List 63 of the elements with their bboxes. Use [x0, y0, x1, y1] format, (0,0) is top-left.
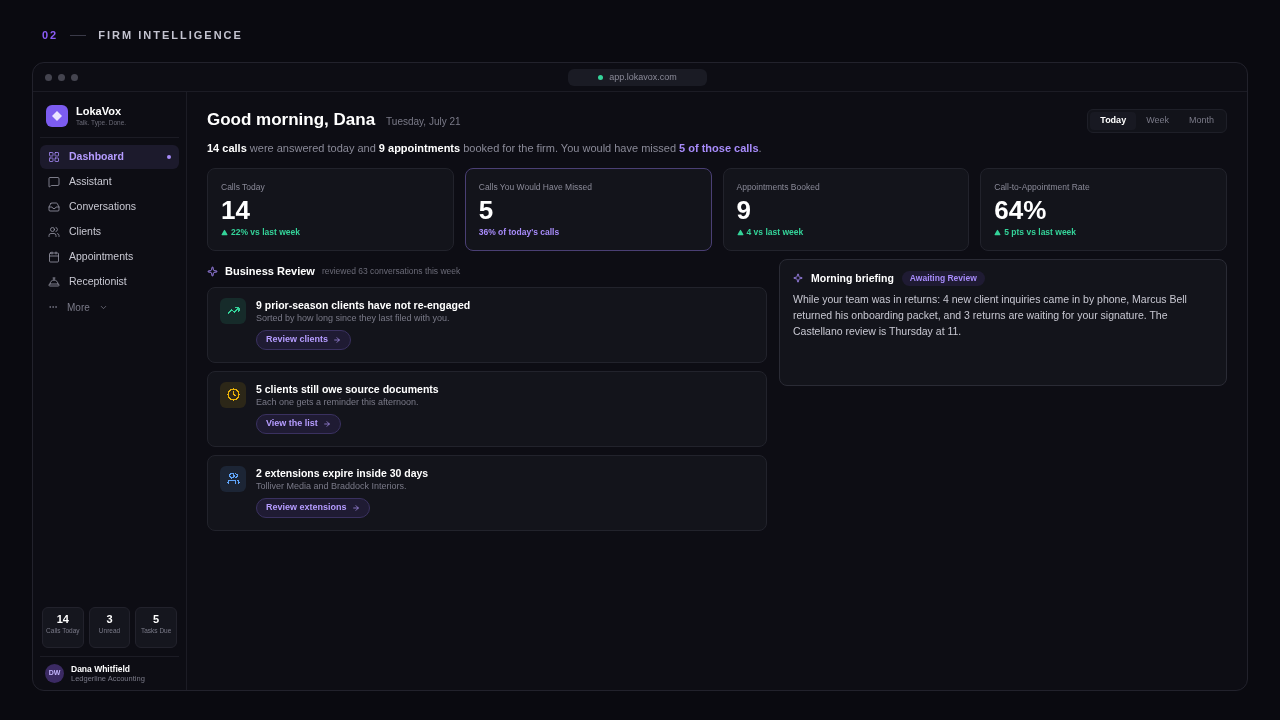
review-card-title: 2 extensions expire inside 30 days [256, 466, 429, 480]
nav-item[interactable]: Appointments [40, 245, 179, 269]
nav-icon [48, 176, 60, 188]
nav-icon [48, 151, 60, 163]
section-title: FIRM INTELLIGENCE [98, 27, 243, 43]
nav-item[interactable]: Receptionist [40, 270, 179, 294]
nav-item[interactable]: Clients [40, 220, 179, 244]
status-badge: Awaiting Review [901, 270, 985, 286]
review-card-text: Sorted by how long since they last filed with you. [256, 311, 450, 324]
section-number: 02 [42, 27, 59, 43]
stat-note: 4 vs last week [746, 226, 804, 239]
greeting-title: Good morning, Dana [207, 109, 376, 131]
range-tab[interactable]: Today [1090, 112, 1137, 130]
up-triangle-icon [736, 229, 744, 237]
up-triangle-icon [994, 229, 1002, 237]
nav-icon [48, 226, 60, 238]
review-card-title: 5 clients still owe source documents [256, 382, 439, 396]
review-action-button[interactable]: View the list [256, 413, 341, 434]
up-triangle-icon [221, 229, 228, 237]
mini-stat-value: 5 [153, 613, 160, 625]
range-tab[interactable]: Week [1136, 112, 1179, 130]
briefing-title: Morning briefing [811, 270, 894, 286]
review-card-text: Each one gets a reminder this afternoon. [256, 395, 419, 408]
review-title: Business Review [225, 264, 315, 280]
nav-icon [48, 276, 60, 288]
sparkle-icon [793, 273, 803, 284]
sparkle-icon [207, 266, 218, 277]
arrow-right-icon [351, 503, 360, 512]
mini-stat-value: 3 [106, 613, 113, 625]
arrow-right-icon [322, 419, 331, 428]
stat-label: Call-to-Appointment Rate [994, 180, 1091, 194]
greeting-date: Tuesday, July 21 [386, 115, 461, 129]
stat-note: 22% vs last week [231, 226, 300, 239]
brand-name: LokaVox [76, 105, 123, 118]
mini-stat-value: 14 [56, 613, 69, 625]
nav-item[interactable]: Assistant [40, 170, 179, 194]
range-tab[interactable]: Month [1179, 112, 1224, 130]
stat-label: Calls Today [221, 180, 266, 194]
review-subtitle: reviewed 63 conversations this week [321, 265, 461, 278]
stat-value: 64% [994, 195, 1048, 226]
briefing-text: While your team was in returns: 4 new client inquiries came in by phone, Marcus Bell returned his onboarding packet, and 3 returns are waiting for your signature. The Castellano review is Thursday at 11. [793, 292, 1188, 340]
review-card-title: 9 prior-season clients have not re-engaged [256, 298, 471, 312]
stat-value: 5 [478, 195, 495, 226]
user-name: Dana Whitfield [71, 664, 132, 674]
nav-icon [48, 251, 60, 263]
arrow-right-icon [333, 335, 342, 344]
review-action-button[interactable]: Review clients [256, 329, 352, 350]
review-action-button[interactable]: Review extensions [256, 497, 370, 518]
stat-label: Calls You Would Have Missed [478, 180, 593, 194]
stat-note: 5 pts vs last week [1004, 226, 1077, 239]
stat-note: 36% of today's calls [478, 226, 560, 239]
nav-icon [48, 201, 60, 213]
more-button[interactable]: More [40, 295, 179, 319]
stat-value: 9 [736, 195, 752, 226]
address-bar[interactable]: app.lokavox.com [568, 69, 707, 86]
nav-item[interactable]: Conversations [40, 195, 179, 219]
stat-label: Appointments Booked [736, 180, 821, 194]
logo-icon [46, 105, 68, 127]
review-card-text: Tolliver Media and Braddock Interiors. [256, 479, 407, 492]
stat-value: 14 [221, 195, 251, 226]
window-controls-icon [45, 73, 78, 81]
nav-item[interactable]: Dashboard [40, 145, 179, 169]
summary-text: 14 calls were answered today and 9 appointments booked for the firm. You would have missed 5 of those calls. [207, 141, 763, 156]
